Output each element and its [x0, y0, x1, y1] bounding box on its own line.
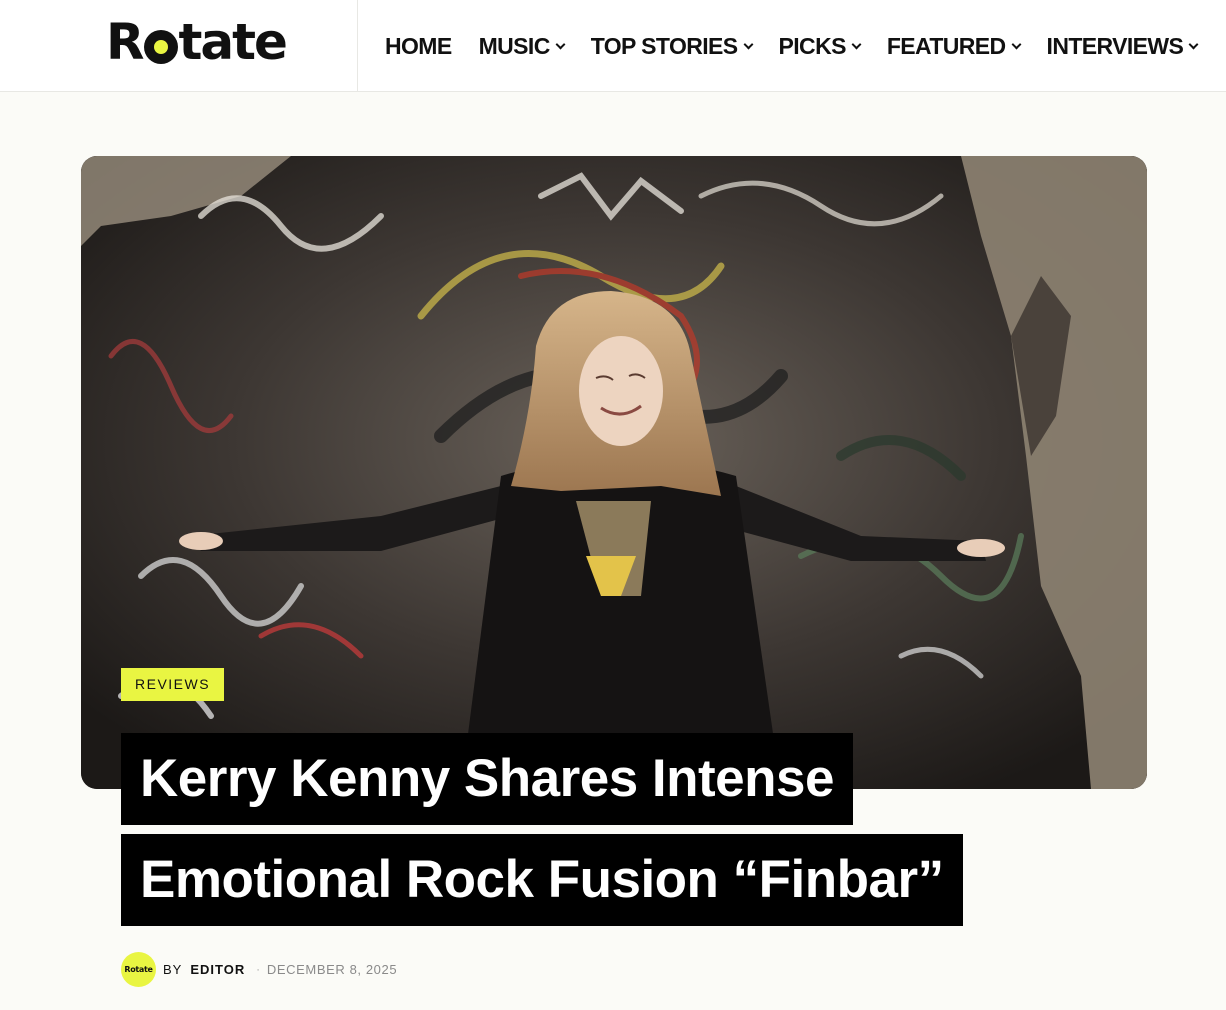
logo-o-mark-icon [143, 30, 178, 64]
author-avatar[interactable]: Rotate [121, 952, 156, 987]
logo-text-end: tate [178, 13, 288, 71]
site-header: Rtate HOME MUSIC TOP STORIES PICKS FEATU… [0, 0, 1226, 92]
nav-item-label: FEATURED [886, 32, 1006, 59]
meta-separator: · [256, 963, 260, 976]
nav-item-interviews[interactable]: INTERVIEWS [1046, 32, 1199, 60]
chevron-down-icon [1011, 39, 1021, 49]
hero-photo-illustration [81, 156, 1147, 789]
nav-item-picks[interactable]: PICKS [778, 32, 862, 60]
nav-item-top-stories[interactable]: TOP STORIES [590, 32, 753, 60]
nav-item-label: TOP STORIES [590, 32, 738, 59]
publish-date: DECEMBER 8, 2025 [266, 962, 398, 977]
nav-item-featured[interactable]: FEATURED [886, 32, 1021, 60]
hero-image[interactable] [81, 156, 1147, 789]
header-divider [357, 0, 358, 92]
nav-item-label: PICKS [778, 32, 847, 59]
chevron-down-icon [555, 39, 566, 49]
nav-item-home[interactable]: HOME [385, 33, 452, 60]
main-nav: HOME MUSIC TOP STORIES PICKS FEATURED IN… [385, 0, 1224, 92]
chevron-down-icon [1188, 39, 1199, 49]
author-link[interactable]: EDITOR [190, 962, 245, 977]
chevron-down-icon [743, 39, 753, 49]
site-logo[interactable]: Rtate [106, 13, 288, 71]
logo-text-start: R [106, 13, 144, 71]
by-label: BY [163, 962, 183, 977]
article-meta: Rotate BY EDITOR · DECEMBER 8, 2025 [121, 952, 397, 987]
chevron-down-icon [851, 39, 862, 49]
nav-item-music[interactable]: MUSIC [478, 32, 566, 60]
category-tag[interactable]: REVIEWS [121, 668, 225, 701]
nav-item-label: MUSIC [478, 32, 551, 59]
article-title-line-2: Emotional Rock Fusion “Finbar” [121, 834, 963, 926]
nav-item-label: HOME [385, 32, 452, 59]
nav-item-label: INTERVIEWS [1046, 32, 1184, 59]
article-title-line-1: Kerry Kenny Shares Intense [121, 733, 853, 825]
